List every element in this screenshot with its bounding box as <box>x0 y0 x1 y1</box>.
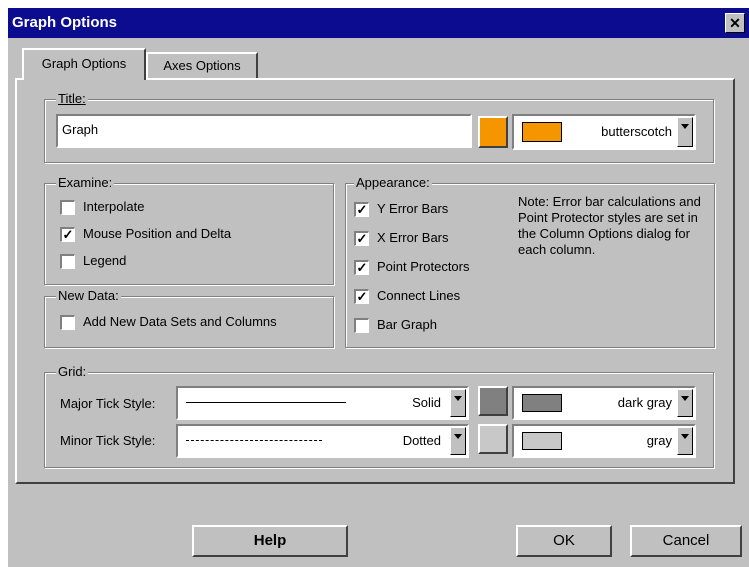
major-tick-style-dropdown-arrow-icon[interactable] <box>450 389 466 417</box>
checkmark-icon: ✓ <box>356 289 368 304</box>
new-data-legend: New Data: <box>56 288 121 303</box>
examine-checkbox-0[interactable] <box>60 200 75 215</box>
major-tick-color-select[interactable]: dark gray <box>512 386 696 420</box>
appearance-checkbox-3[interactable]: ✓ <box>354 289 369 304</box>
examine-checkbox-label-1[interactable]: Mouse Position and Delta <box>83 226 231 242</box>
examine-checkbox-label-0[interactable]: Interpolate <box>83 199 144 215</box>
appearance-note: Note: Error bar calculations and Point P… <box>518 194 701 257</box>
minor-tick-color-name: gray <box>646 433 672 448</box>
minor-tick-color-dropdown-arrow-icon[interactable] <box>677 427 693 455</box>
examine-checkbox-2[interactable] <box>60 254 75 269</box>
minor-tick-style-value: Dotted <box>402 433 441 448</box>
appearance-checkbox-2[interactable]: ✓ <box>354 260 369 275</box>
major-tick-color-dropdown-arrow-icon[interactable] <box>677 389 693 417</box>
checkmark-icon: ✓ <box>356 231 368 246</box>
title-color-dropdown-arrow-icon[interactable] <box>677 117 693 147</box>
minor-tick-style-dropdown-arrow-icon[interactable] <box>450 427 466 455</box>
title-color-button[interactable] <box>478 116 508 148</box>
appearance-checkbox-1[interactable]: ✓ <box>354 231 369 246</box>
major-tick-style-value: Solid <box>412 395 441 410</box>
checkmark-icon: ✓ <box>62 227 74 242</box>
appearance-legend: Appearance: <box>354 175 432 190</box>
tab-axes-options[interactable]: Axes Options <box>146 52 258 78</box>
appearance-checkbox-label-1[interactable]: X Error Bars <box>377 230 449 246</box>
minor-tick-style-label: Minor Tick Style: <box>60 433 156 448</box>
examine-legend: Examine: <box>56 175 115 190</box>
close-icon[interactable]: ✕ <box>725 13 745 33</box>
title-group-legend: Title: <box>56 91 88 106</box>
title-input-value: Graph <box>62 122 99 137</box>
title-bar[interactable]: Graph Options ✕ <box>8 8 749 38</box>
tab-graph-options[interactable]: Graph Options <box>22 48 146 80</box>
checkmark-icon: ✓ <box>356 260 368 275</box>
dotted-line-preview <box>186 440 322 441</box>
checkmark-icon: ✓ <box>356 202 368 217</box>
examine-checkbox-1[interactable]: ✓ <box>60 227 75 242</box>
appearance-checkbox-0[interactable]: ✓ <box>354 202 369 217</box>
help-button[interactable]: Help <box>192 525 348 557</box>
title-input[interactable]: Graph <box>56 114 472 148</box>
dialog-title: Graph Options <box>12 14 117 31</box>
examine-checkbox-label-2[interactable]: Legend <box>83 253 126 269</box>
major-tick-color-swatch <box>522 394 562 412</box>
grid-legend: Grid: <box>56 364 89 379</box>
minor-tick-style-select[interactable]: Dotted <box>176 424 469 458</box>
minor-tick-color-button[interactable] <box>478 424 508 454</box>
appearance-checkbox-4[interactable] <box>354 318 369 333</box>
new-data-checkbox-0[interactable] <box>60 315 75 330</box>
appearance-checkbox-label-0[interactable]: Y Error Bars <box>377 201 448 217</box>
appearance-checkbox-label-4[interactable]: Bar Graph <box>377 317 437 333</box>
major-tick-style-select[interactable]: Solid <box>176 386 469 420</box>
minor-tick-color-select[interactable]: gray <box>512 424 696 458</box>
appearance-checkbox-label-2[interactable]: Point Protectors <box>377 259 470 275</box>
appearance-checkbox-label-3[interactable]: Connect Lines <box>377 288 460 304</box>
new-data-checkbox-label-0[interactable]: Add New Data Sets and Columns <box>83 314 277 330</box>
title-color-swatch <box>522 122 562 142</box>
cancel-button[interactable]: Cancel <box>630 525 742 557</box>
minor-tick-color-swatch <box>522 432 562 450</box>
major-tick-color-name: dark gray <box>617 395 672 410</box>
major-tick-style-label: Major Tick Style: <box>60 396 156 411</box>
ok-button[interactable]: OK <box>516 525 612 557</box>
major-tick-color-button[interactable] <box>478 386 508 416</box>
solid-line-preview <box>186 402 346 403</box>
title-color-select[interactable]: butterscotch <box>512 114 696 150</box>
title-color-name: butterscotch <box>601 124 672 139</box>
